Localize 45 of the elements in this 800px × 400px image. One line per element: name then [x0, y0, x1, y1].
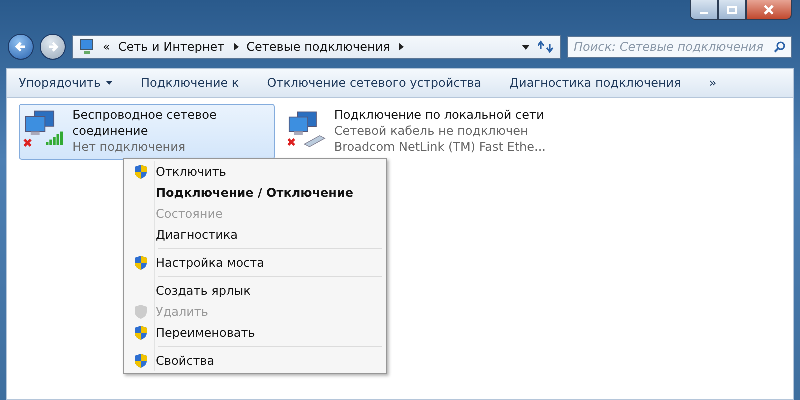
toolbar-button[interactable]: Упорядочить — [19, 76, 113, 90]
menu-item[interactable]: Настройка моста — [126, 252, 384, 273]
menu-item[interactable]: Диагностика — [126, 224, 384, 245]
refresh-icon[interactable] — [538, 40, 554, 54]
breadcrumb-item[interactable]: Сетевые подключения — [246, 40, 390, 54]
search-icon — [774, 41, 786, 53]
minimize-icon — [700, 12, 708, 14]
maximize-button[interactable] — [718, 0, 746, 20]
shield-icon — [134, 352, 148, 368]
close-button[interactable] — [746, 0, 792, 20]
connection-name: Беспроводное сетевое соединение — [72, 107, 218, 139]
shield-icon — [134, 304, 148, 320]
arrow-right-icon — [47, 41, 59, 53]
shield-icon — [134, 164, 148, 180]
arrow-left-icon — [15, 41, 27, 53]
shield-icon — [134, 254, 148, 270]
connection-status: Нет подключения — [72, 139, 187, 155]
menu-item[interactable]: Отключить — [126, 161, 384, 182]
address-bar[interactable]: « Сеть и Интернет Сетевые подключения — [72, 35, 561, 59]
chevron-right-icon[interactable] — [232, 43, 239, 51]
maximize-icon — [727, 6, 737, 14]
breadcrumb-overflow[interactable]: « — [103, 40, 110, 54]
forward-button[interactable] — [40, 34, 66, 60]
close-icon — [763, 4, 775, 14]
menu-item[interactable]: Подключение / Отключение — [126, 182, 384, 203]
menu-item[interactable]: Создать ярлык — [126, 280, 384, 301]
shield-icon — [134, 324, 148, 340]
connection-name: Подключение по локальной сети — [334, 107, 546, 123]
menu-item[interactable]: Свойства — [126, 350, 384, 371]
chevron-right-icon[interactable] — [398, 43, 404, 51]
connection-item[interactable]: Беспроводное сетевое соединение Нет подключения — [19, 104, 275, 160]
network-icon — [79, 39, 95, 55]
toolbar-button[interactable]: Отключение сетевого устройства — [267, 76, 482, 90]
connection-item[interactable]: Подключение по локальной сети Сетевой кабель не подключен Broadcom NetLink (TM) Fast Ethe... — [283, 104, 549, 160]
toolbar-overflow-button[interactable]: » — [709, 76, 717, 90]
breadcrumb-item[interactable]: Сеть и Интернет — [118, 40, 225, 54]
connection-status: Сетевой кабель не подключен — [334, 123, 530, 139]
dropdown-icon[interactable] — [522, 44, 530, 50]
back-button[interactable] — [8, 34, 34, 60]
adapter-name: Broadcom NetLink (TM) Fast Ethe... — [334, 139, 546, 155]
minimize-button[interactable] — [690, 0, 718, 20]
toolbar-button[interactable]: Диагностика подключения — [510, 76, 682, 90]
menu-item[interactable]: Переименовать — [126, 322, 384, 343]
toolbar-button[interactable]: Подключение к — [140, 76, 240, 90]
search-field[interactable]: Поиск: Сетевые подключения — [567, 36, 792, 58]
